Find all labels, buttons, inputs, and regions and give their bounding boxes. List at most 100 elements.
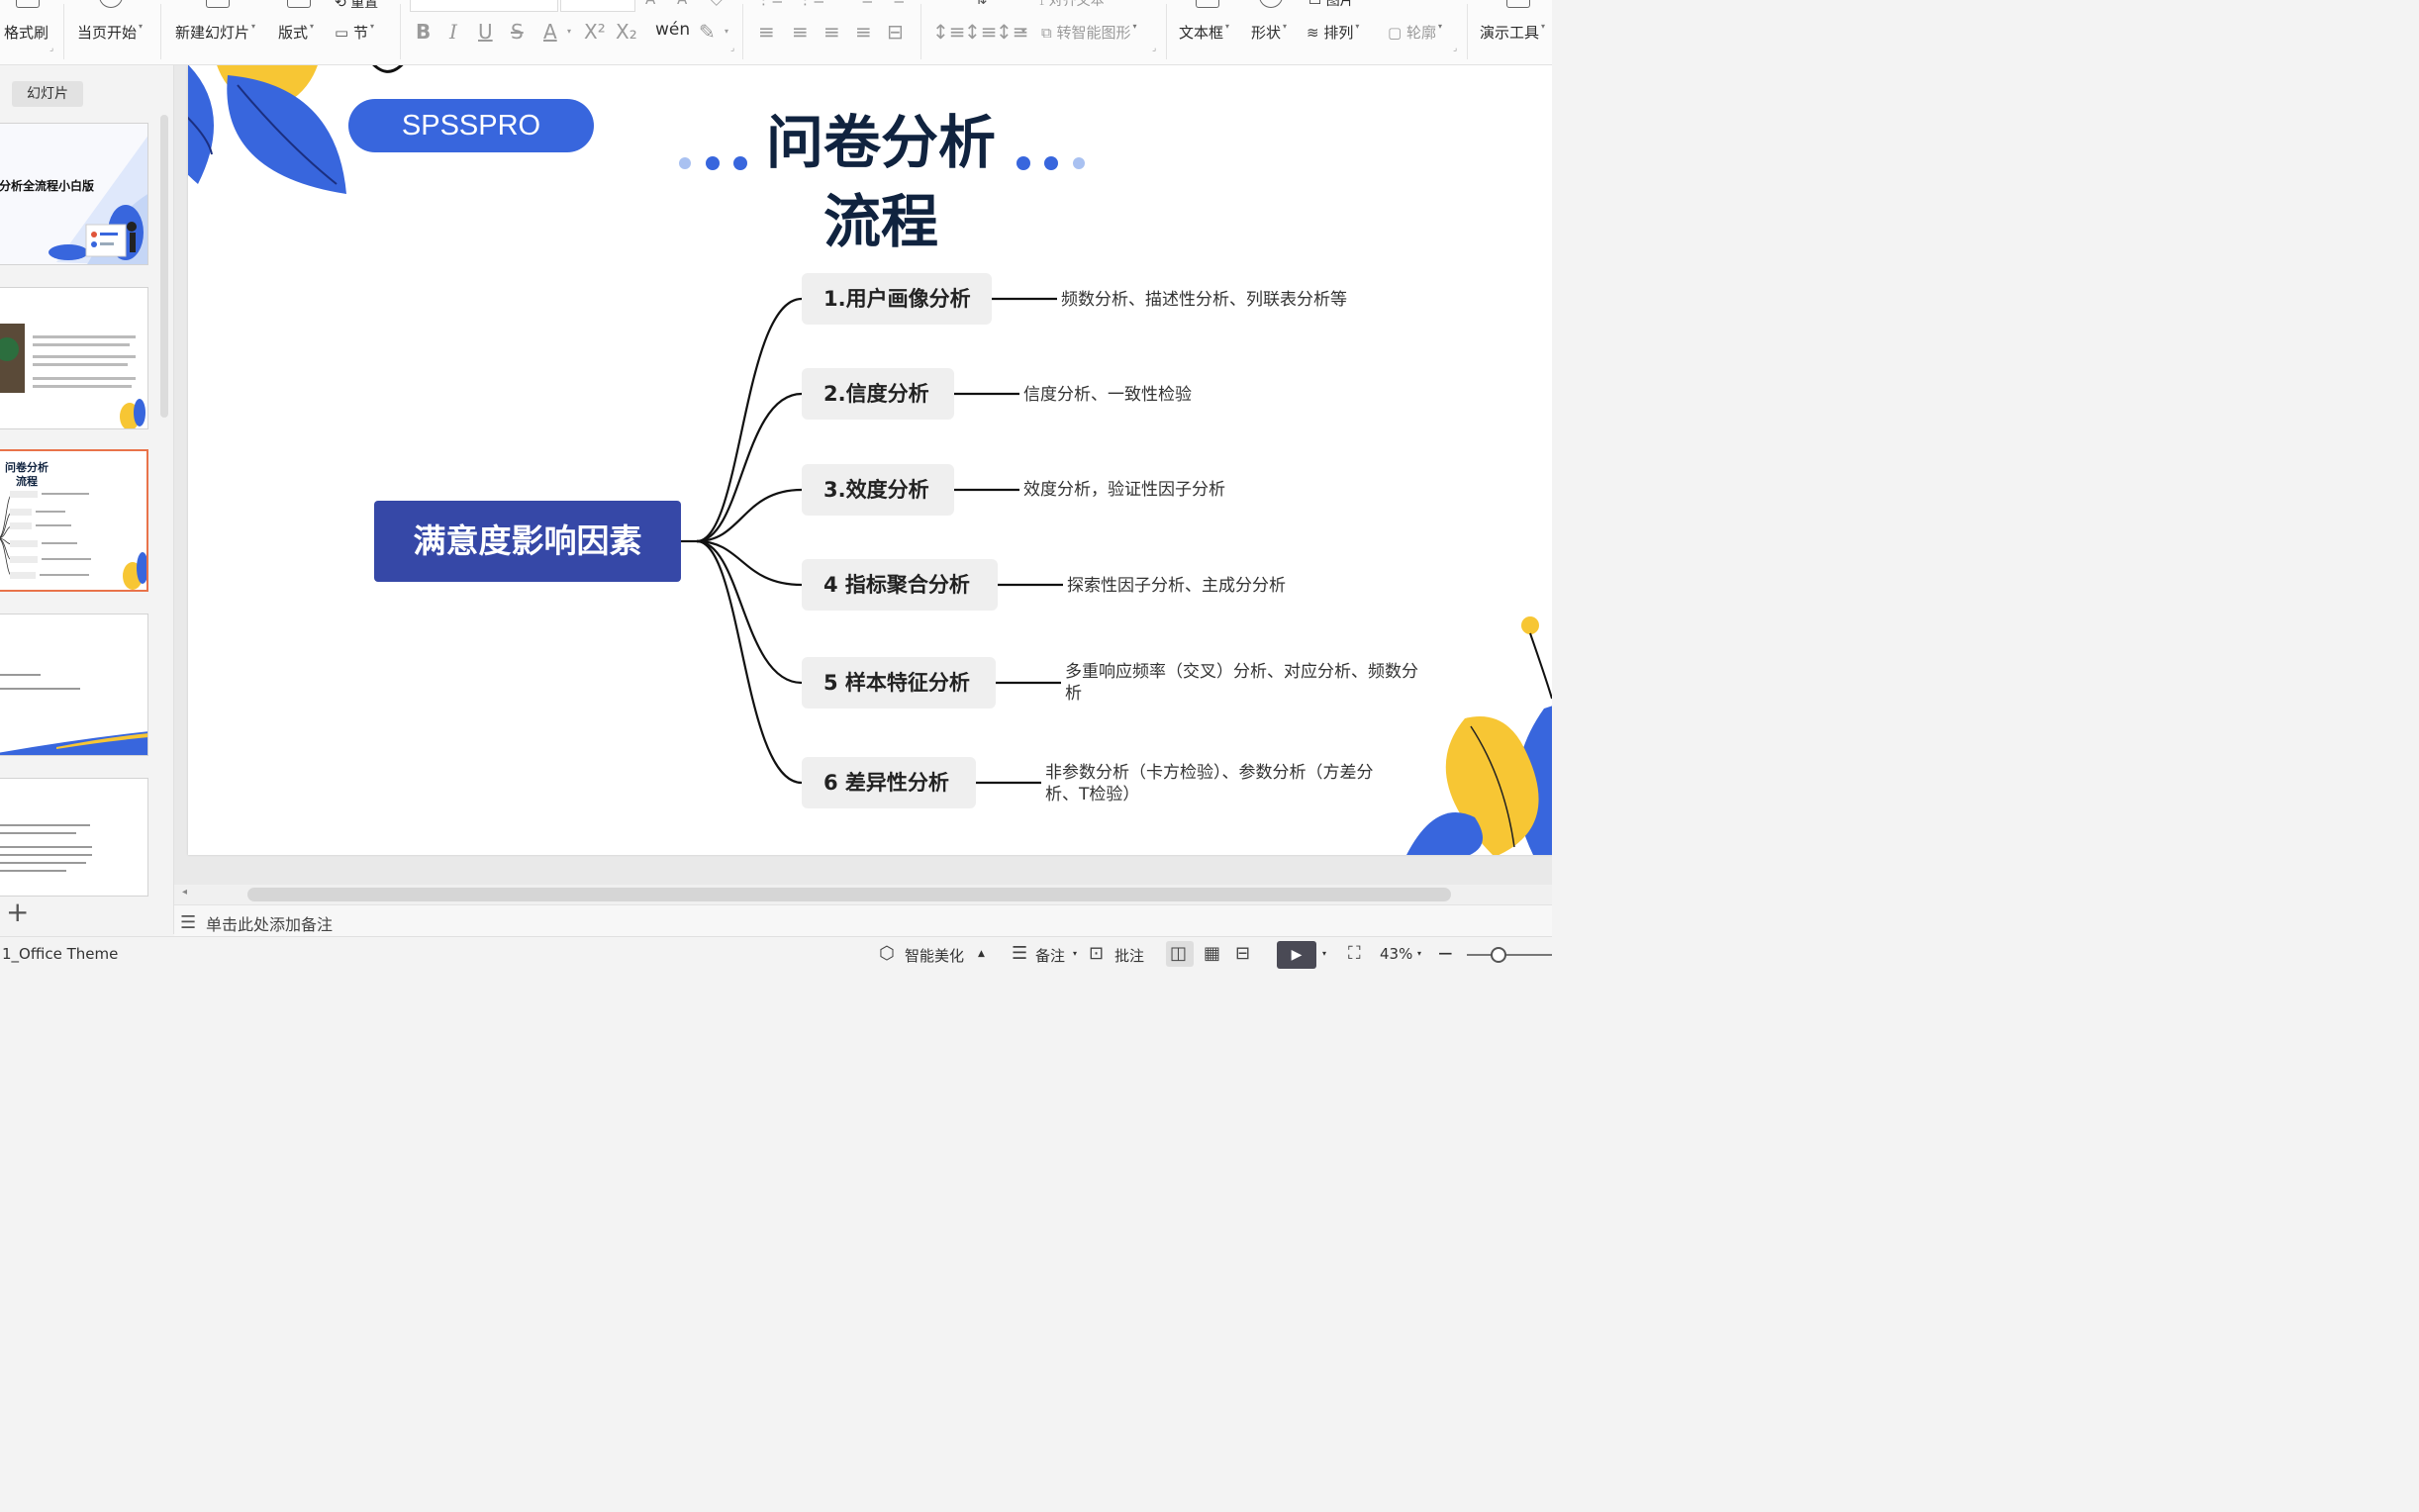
notes-toggle-icon[interactable]: ☰ [1012,943,1027,964]
slide-thumbnail-4[interactable] [0,614,148,756]
notes-pane[interactable]: ☰ 单击此处添加备注 [174,904,1552,936]
bold-icon[interactable]: B [416,20,431,44]
indent-increase-icon[interactable]: ≡ [893,0,906,8]
theme-name: 1_Office Theme [2,945,119,963]
chevron-down-icon[interactable]: ▾ [1021,27,1025,36]
shape-button[interactable]: 形状 ▾ [1251,22,1287,43]
add-slide-icon[interactable]: + [6,898,29,926]
presentation-tools-icon [1506,0,1530,8]
zoom-out-icon[interactable]: − [1437,941,1454,965]
clear-format-icon[interactable]: ◇ [711,0,723,8]
underline-icon[interactable]: U [478,20,493,44]
numbering-icon[interactable]: ⋮≡ [798,0,825,8]
chevron-down-icon[interactable]: ▾ [1073,949,1077,958]
mindmap-node-5[interactable]: 5 样本特征分析 [802,657,996,709]
mindmap-root[interactable]: 满意度影响因素 [374,501,681,582]
subscript-icon[interactable]: X₂ [616,20,637,44]
chevron-down-icon[interactable]: ▾ [567,27,571,36]
picture-button[interactable]: ▭ 图片 [1308,0,1354,10]
italic-icon[interactable]: I [449,20,457,44]
group-expand-icon[interactable]: ⌟ [730,44,734,53]
font-color-icon[interactable]: A [543,20,557,44]
chevron-up-icon[interactable]: ▲ [978,949,985,959]
increase-font-icon[interactable]: A [645,0,655,8]
font-size-select[interactable] [560,0,635,12]
divider [1166,4,1167,59]
phonetic-guide-icon[interactable]: wén [655,20,690,40]
chevron-down-icon[interactable]: ▾ [1322,949,1326,958]
thumbnail-1-art [0,124,147,264]
fit-window-icon[interactable]: ⛶ [1348,943,1361,964]
justify-icon[interactable]: ≡ [855,20,872,44]
slide-thumbnail-5[interactable] [0,778,148,897]
smart-beautify-icon[interactable]: ⬡ [879,943,895,964]
align-right-icon[interactable]: ≡ [823,20,840,44]
presentation-tools-button[interactable]: 演示工具 ▾ [1480,22,1545,43]
zoom-slider[interactable] [1467,954,1552,956]
mindmap-desc-1: 频数分析、描述性分析、列联表分析等 [1061,290,1347,310]
section-button[interactable]: ▭ 节 ▾ [335,22,374,43]
notes-placeholder[interactable]: 单击此处添加备注 [206,911,333,935]
distribute-icon[interactable]: ⊟ [887,20,904,44]
text-box-button[interactable]: 文本框 ▾ [1179,22,1229,43]
layers-icon: ≋ [1306,24,1324,42]
comment-icon[interactable]: ⊡ [1089,943,1104,964]
new-slide-icon [206,0,230,8]
layout-icon [287,0,311,8]
thumbnail-5-art [0,824,92,872]
format-painter-button[interactable]: 格式刷 [4,22,48,43]
group-expand-icon[interactable]: ⌟ [1453,44,1457,53]
outline-button[interactable]: ▢ 轮廓 ▾ [1388,22,1442,43]
superscript-icon[interactable]: X² [584,20,606,44]
tab-slides[interactable]: 幻灯片 [12,81,83,107]
new-slide-button[interactable]: 新建幻灯片 ▾ [175,22,255,43]
mindmap-desc-6: 非参数分析（卡方检验）、参数分析（方差分析、T检验） [1045,763,1374,804]
strikethrough-icon[interactable]: S [511,20,524,44]
horizontal-scrollbar[interactable]: ◂ [174,885,1552,904]
mindmap-desc-2: 信度分析、一致性检验 [1023,385,1192,405]
decrease-font-icon[interactable]: A [677,0,687,8]
mindmap-node-1[interactable]: 1.用户画像分析 [802,273,992,325]
bullets-icon[interactable]: ⋮≡ [756,0,784,8]
chevron-down-icon: ▾ [139,22,144,31]
smart-beautify-button[interactable]: 智能美化 [905,945,964,966]
line-spacing-icon[interactable]: ↕≡ [932,20,966,44]
notes-toggle-button[interactable]: 备注 [1035,945,1065,966]
slide-thumbnail-1[interactable]: 分析全流程小白版 [0,123,148,265]
group-expand-icon[interactable]: ⌟ [49,44,53,53]
slide[interactable]: SPSSPRO 问卷分析 流程 满意度影响因素 1.用户画像分析 频数分析、描述… [188,65,1552,855]
layout-button[interactable]: 版式 ▾ [278,22,314,43]
comments-button[interactable]: 批注 [1114,945,1144,966]
mindmap-node-2[interactable]: 2.信度分析 [802,368,954,420]
picture-icon: ▭ [1308,0,1326,9]
scroll-left-icon[interactable]: ◂ [182,887,187,898]
normal-view-icon[interactable]: ◫ [1170,943,1187,964]
convert-smart-art-button[interactable]: ⧉ 转智能图形 ▾ [1041,22,1137,43]
align-center-icon[interactable]: ≡ [792,20,809,44]
paragraph-spacing-icon[interactable]: ↕≡ [964,20,998,44]
from-current-button[interactable]: 当页开始 ▾ [77,22,143,43]
slideshow-play-button[interactable]: ▶ [1277,941,1316,969]
mindmap-node-6[interactable]: 6 差异性分析 [802,757,976,808]
chevron-down-icon[interactable]: ▾ [725,27,728,36]
reset-button[interactable]: ⟲ 重置 [335,0,378,12]
thumbnail-scrollbar[interactable] [160,115,168,418]
chevron-down-icon[interactable]: ▾ [1417,949,1421,958]
highlight-icon[interactable]: ✎ [699,20,716,44]
scrollbar-thumb[interactable] [247,888,1451,901]
group-expand-icon[interactable]: ⌟ [1152,44,1156,53]
font-family-select[interactable] [410,0,558,12]
arrange-button[interactable]: ≋ 排列 ▾ [1306,22,1359,43]
slide-thumbnail-2[interactable] [0,287,148,429]
text-direction-icon[interactable]: ⇅ [975,0,988,8]
slide-thumbnail-3[interactable]: 问卷分析流程 [0,449,148,592]
zoom-level[interactable]: 43% [1380,945,1412,963]
align-left-icon[interactable]: ≡ [758,20,775,44]
zoom-slider-handle[interactable] [1491,947,1506,963]
mindmap-node-3[interactable]: 3.效度分析 [802,464,954,516]
mindmap-node-4[interactable]: 4 指标聚合分析 [802,559,998,611]
indent-decrease-icon[interactable]: ≡ [861,0,874,8]
reading-view-icon[interactable]: ⊟ [1235,943,1250,964]
align-text-button[interactable]: ⟟ 对齐文本 [1039,0,1105,10]
slide-sorter-icon[interactable]: ▦ [1204,943,1220,964]
